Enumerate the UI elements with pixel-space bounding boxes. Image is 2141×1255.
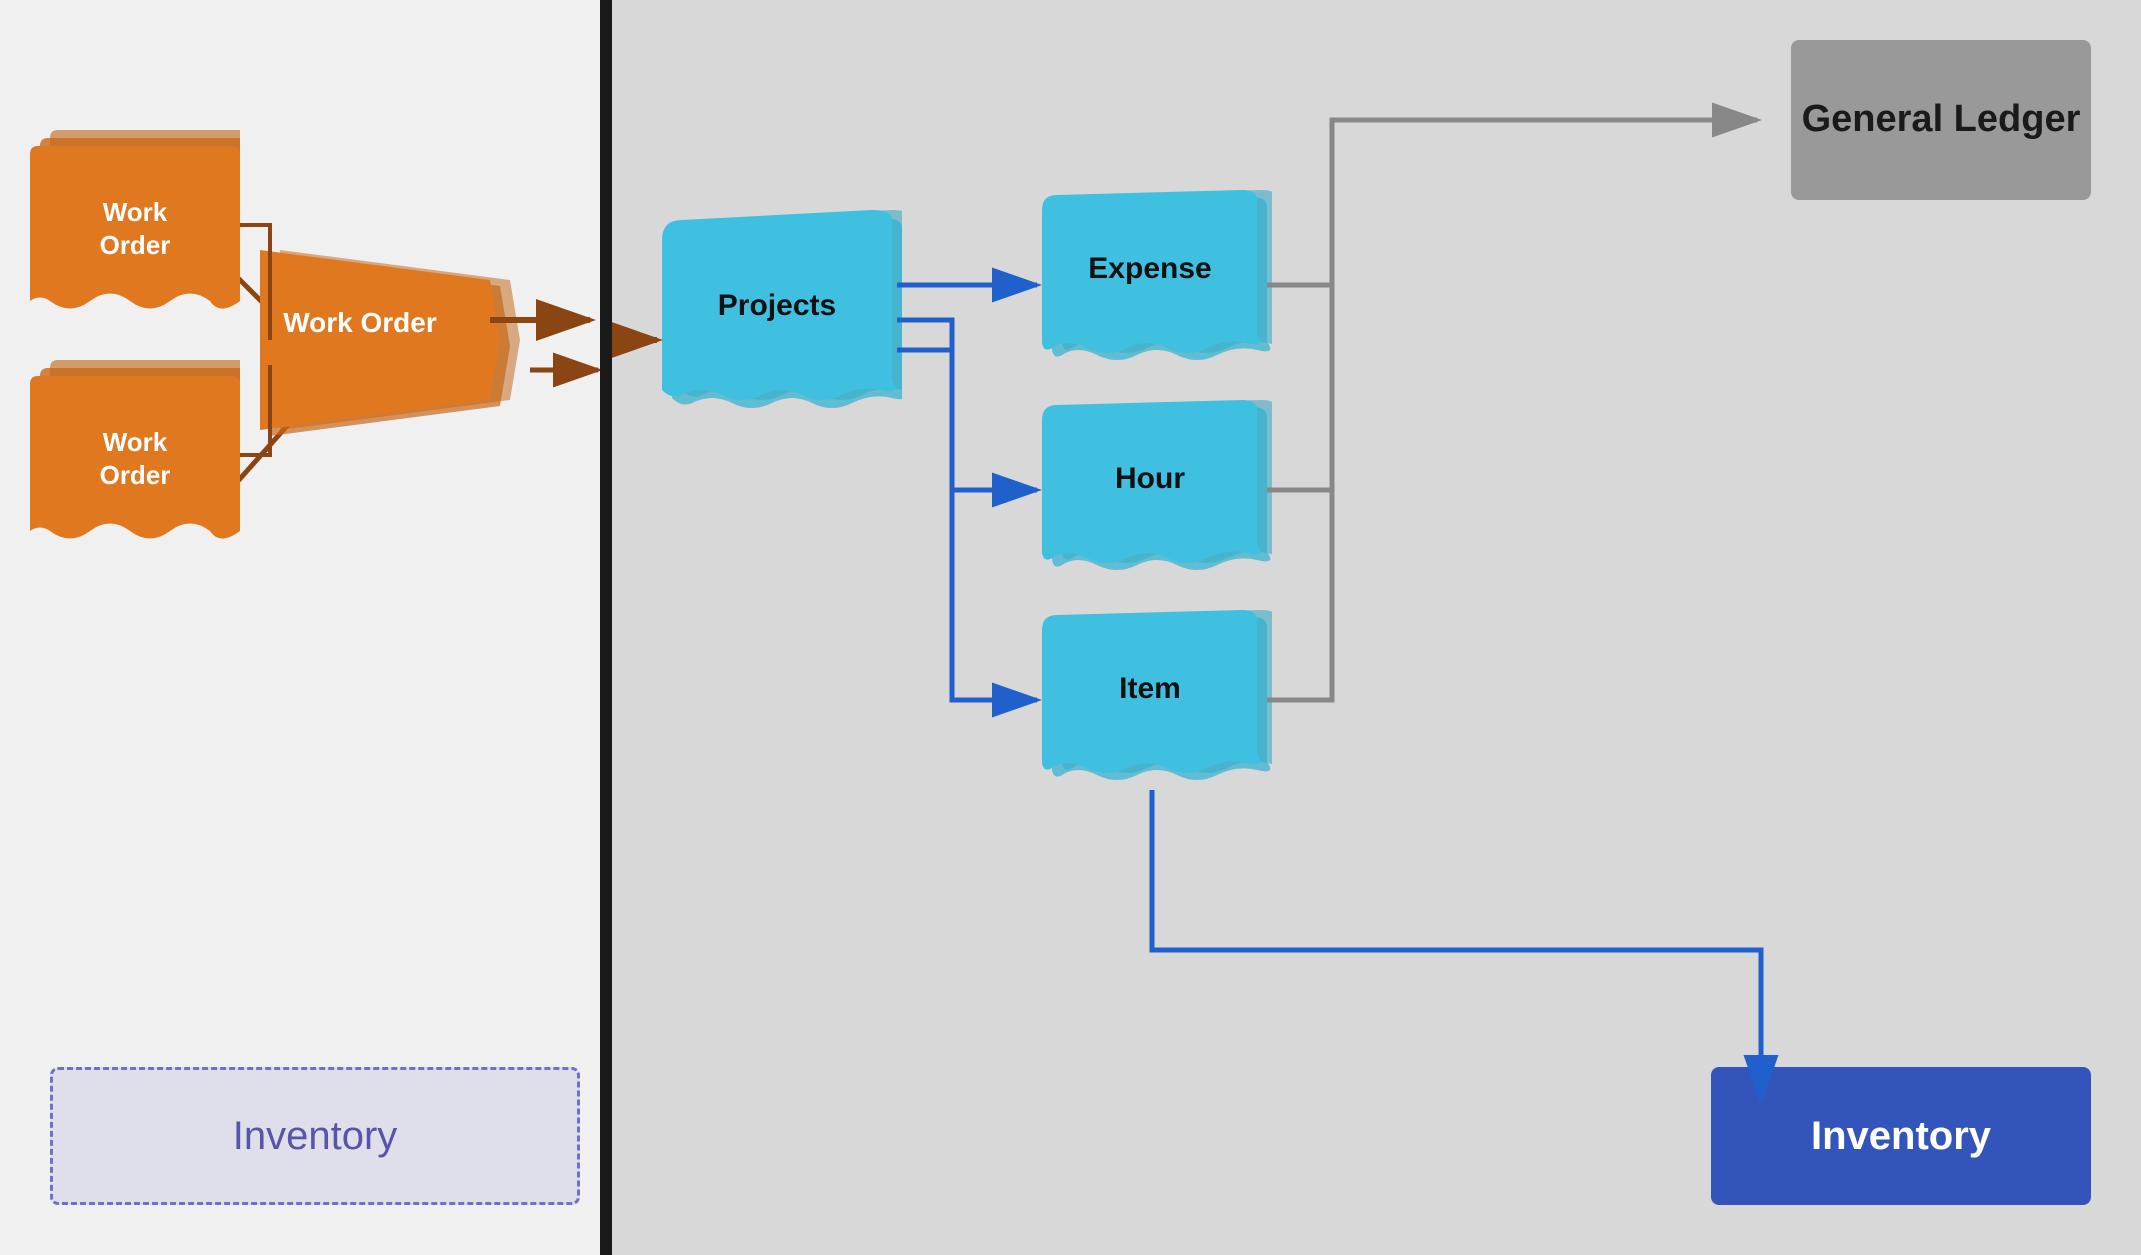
right-arrows-svg: [612, 0, 2141, 1255]
inventory-left-label: Inventory: [233, 1114, 398, 1159]
panel-divider: [600, 0, 612, 1255]
right-panel: General Ledger Projects Expense Hour: [612, 0, 2141, 1255]
inventory-left-box: Inventory: [50, 1067, 580, 1205]
left-panel: Work Order Work Order Work Order: [0, 0, 600, 1255]
left-connect-lines: [0, 0, 600, 700]
